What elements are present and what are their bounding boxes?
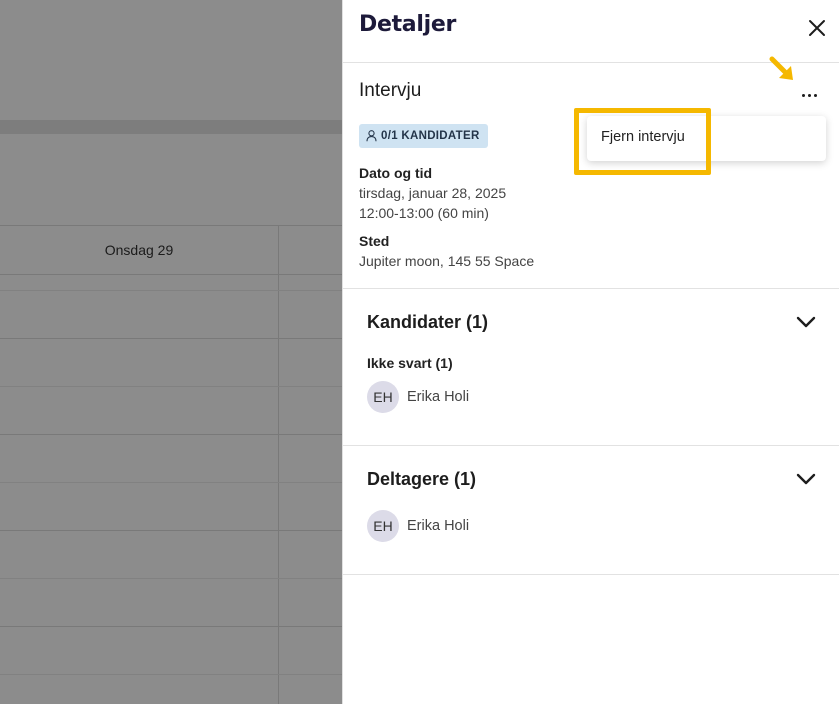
participants-toggle[interactable] xyxy=(795,470,817,488)
close-icon xyxy=(809,20,825,36)
participant-item[interactable]: EH Erika Holi xyxy=(367,510,469,542)
not-answered-label: Ikke svart (1) xyxy=(367,355,453,371)
candidates-section: Kandidater (1) Ikke svart (1) EH Erika H… xyxy=(343,289,839,446)
chevron-down-icon xyxy=(796,473,816,485)
date-value: tirsdag, januar 28, 2025 xyxy=(359,185,507,201)
candidates-toggle[interactable] xyxy=(795,313,817,331)
close-button[interactable] xyxy=(805,16,829,40)
avatar: EH xyxy=(367,510,399,542)
event-title: Intervju xyxy=(359,80,422,101)
person-icon xyxy=(366,130,377,142)
avatar: EH xyxy=(367,381,399,413)
more-horizontal-icon xyxy=(807,93,811,97)
modal-overlay[interactable] xyxy=(0,0,342,704)
panel-header: Detaljer xyxy=(343,0,839,63)
remove-interview-menu-item[interactable]: Fjern intervju xyxy=(601,129,685,145)
candidate-name: Erika Holi xyxy=(407,389,470,405)
badge-label: 0/1 KANDIDATER xyxy=(381,130,480,142)
location-label: Sted xyxy=(359,233,390,249)
candidate-item[interactable]: EH Erika Holi xyxy=(367,381,469,413)
location-value: Jupiter moon, 145 55 Space xyxy=(359,253,535,269)
details-panel: Detaljer Intervju 0/1 KANDIDATER Dato og… xyxy=(342,0,839,704)
participant-name: Erika Holi xyxy=(407,518,470,534)
options-dropdown: Fjern intervju xyxy=(587,116,826,161)
app-root: Onsdag 29 Detaljer Intervju 0/1 KANDIDAT… xyxy=(0,0,839,704)
date-label: Dato og tid xyxy=(359,165,433,181)
candidates-badge: 0/1 KANDIDATER xyxy=(359,124,488,148)
calendar-background: Onsdag 29 xyxy=(0,0,342,704)
panel-title: Detaljer xyxy=(359,12,456,37)
more-horizontal-icon xyxy=(801,93,805,97)
more-options-button[interactable] xyxy=(797,87,821,103)
participants-section: Deltagere (1) EH Erika Holi xyxy=(343,446,839,575)
chevron-down-icon xyxy=(796,316,816,328)
candidates-title: Kandidater (1) xyxy=(367,312,489,332)
participants-title: Deltagere (1) xyxy=(367,469,477,489)
event-section: Intervju 0/1 KANDIDATER Dato og tid tirs… xyxy=(343,63,839,289)
more-horizontal-icon xyxy=(813,93,817,97)
time-value: 12:00-13:00 (60 min) xyxy=(359,205,489,221)
